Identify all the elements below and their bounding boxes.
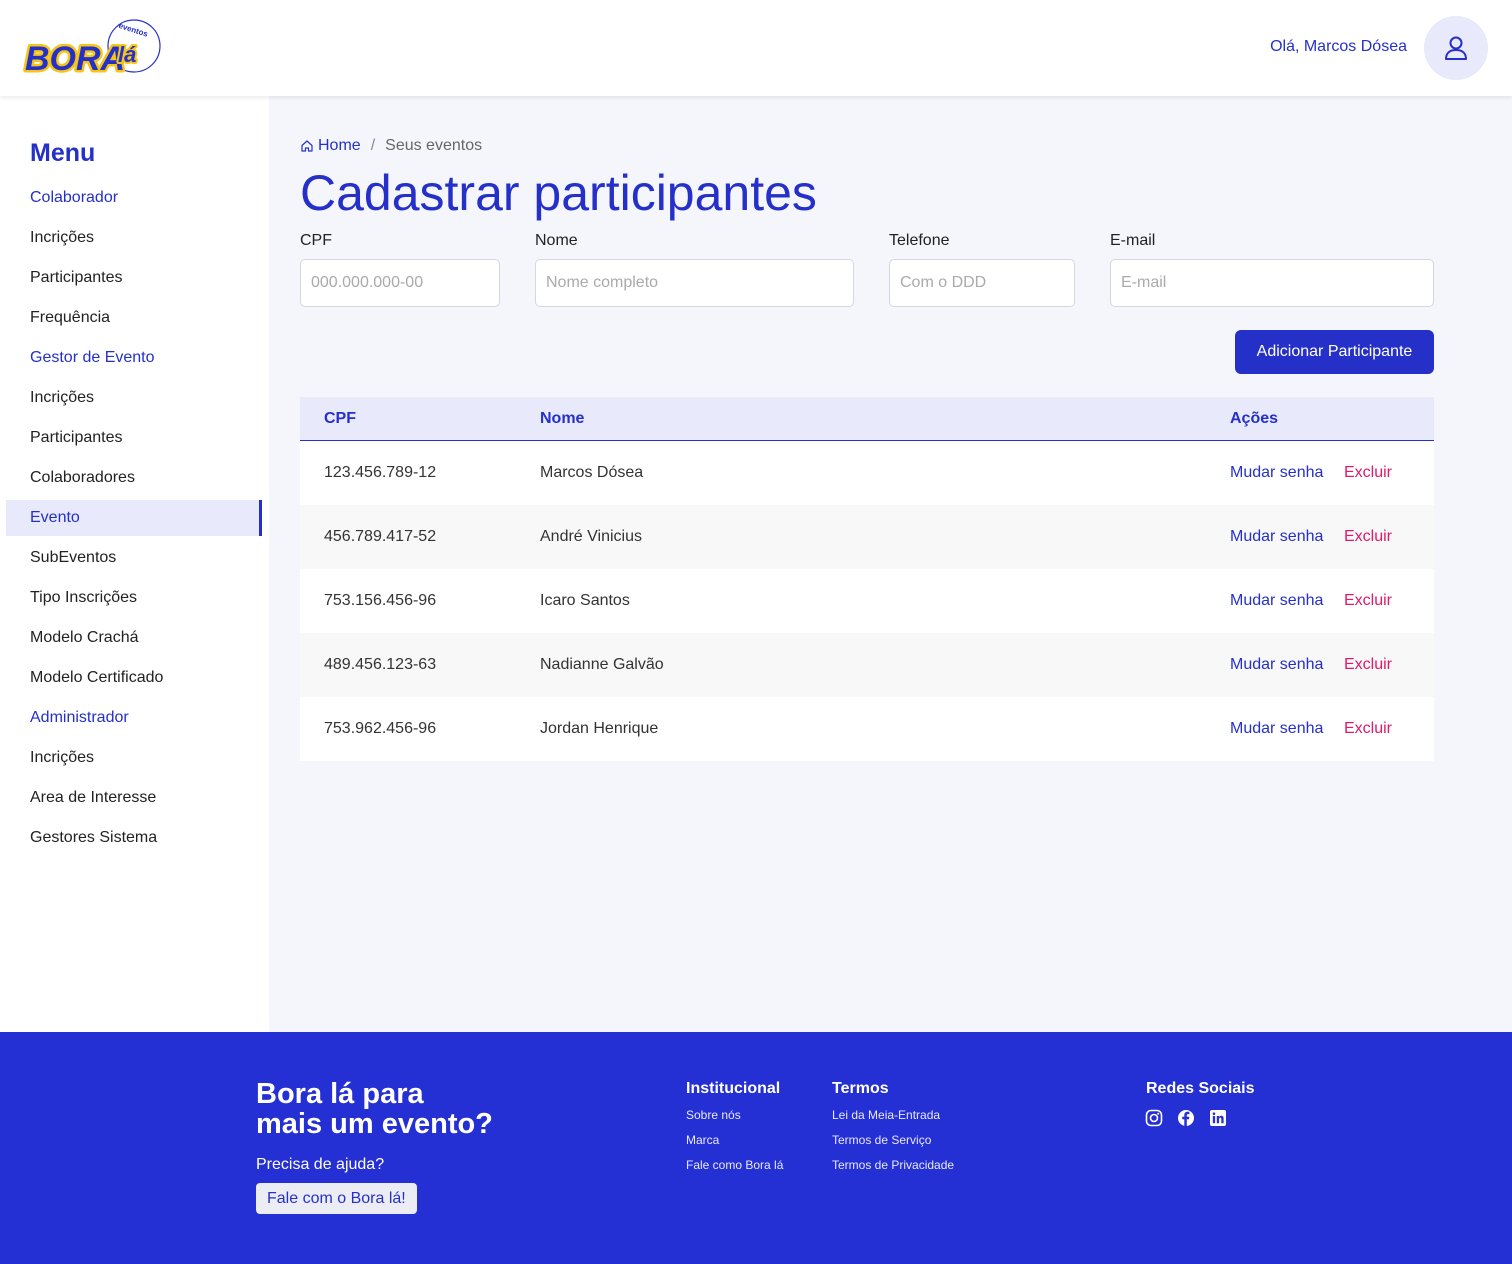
page-title: Cadastrar participantes: [300, 165, 817, 221]
delete-link[interactable]: Excluir: [1344, 528, 1392, 546]
footer-help-text: Precisa de ajuda?: [256, 1156, 385, 1173]
breadcrumb: Home / Seus eventos: [300, 137, 482, 155]
sidebar-section-colaborador[interactable]: Colaborador: [6, 180, 262, 216]
footer-link-meia-entrada[interactable]: Lei da Meia-Entrada: [832, 1108, 940, 1122]
column-header-acoes: Ações: [1230, 410, 1279, 427]
change-password-link[interactable]: Mudar senha: [1230, 720, 1323, 738]
site-footer: Bora lá para mais um evento? Precisa de …: [0, 1032, 1512, 1264]
sidebar-item-modelo-cracha[interactable]: Modelo Crachá: [6, 620, 262, 656]
sidebar-section-administrador[interactable]: Administrador: [6, 700, 262, 736]
breadcrumb-home-link[interactable]: Home: [300, 137, 361, 155]
table-row: 753.156.456-96 Icaro Santos Mudar senha …: [300, 569, 1434, 633]
top-header: eventos BORA BORA lá lá Olá, Marcos Dóse…: [0, 0, 1512, 96]
row-nome: Icaro Santos: [540, 592, 630, 609]
menu-title: Menu: [30, 139, 96, 167]
table-header: CPF Nome Ações: [300, 397, 1434, 441]
row-cpf: 123.456.789-12: [324, 464, 437, 481]
participants-table: CPF Nome Ações 123.456.789-12 Marcos Dós…: [300, 397, 1434, 761]
svg-text:lá: lá: [118, 42, 136, 67]
instagram-icon[interactable]: [1145, 1109, 1163, 1127]
sidebar-item-modelo-certificado[interactable]: Modelo Certificado: [6, 660, 262, 696]
delete-link[interactable]: Excluir: [1344, 656, 1392, 674]
sidebar-item-area-interesse[interactable]: Area de Interesse: [6, 780, 262, 816]
footer-link-termos-privacidade[interactable]: Termos de Privacidade: [832, 1158, 954, 1172]
row-nome: André Vinicius: [540, 528, 642, 545]
sidebar-section-gestor-evento[interactable]: Gestor de Evento: [6, 340, 262, 376]
change-password-link[interactable]: Mudar senha: [1230, 528, 1323, 546]
svg-text:BORA: BORA: [25, 40, 125, 78]
table-row: 489.456.123-63 Nadianne Galvão Mudar sen…: [300, 633, 1434, 697]
table-row: 753.962.456-96 Jordan Henrique Mudar sen…: [300, 697, 1434, 761]
termos-title: Termos: [832, 1080, 889, 1097]
change-password-link[interactable]: Mudar senha: [1230, 656, 1323, 674]
footer-link-marca[interactable]: Marca: [686, 1133, 719, 1147]
email-label: E-mail: [1110, 232, 1156, 249]
breadcrumb-separator: /: [370, 137, 376, 154]
sidebar-item-admin-incricoes[interactable]: Incrições: [6, 740, 262, 776]
column-header-cpf[interactable]: CPF: [324, 410, 356, 428]
institucional-title: Institucional: [686, 1080, 781, 1097]
table-row: 123.456.789-12 Marcos Dósea Mudar senha …: [300, 441, 1434, 505]
nome-label: Nome: [535, 232, 578, 249]
delete-link[interactable]: Excluir: [1344, 464, 1392, 482]
sidebar-item-evento[interactable]: Evento: [6, 500, 262, 536]
user-greeting: Olá, Marcos Dósea: [1270, 38, 1407, 55]
footer-link-sobre[interactable]: Sobre nós: [686, 1108, 741, 1122]
facebook-icon[interactable]: [1177, 1109, 1195, 1127]
nome-input[interactable]: [535, 259, 854, 307]
footer-tagline-line2: mais um evento?: [256, 1108, 493, 1140]
row-nome: Jordan Henrique: [540, 720, 659, 737]
user-icon: [1445, 36, 1467, 60]
row-cpf: 489.456.123-63: [324, 656, 437, 673]
footer-tagline: Bora lá para mais um evento?: [256, 1079, 576, 1139]
delete-link[interactable]: Excluir: [1344, 720, 1392, 738]
sidebar-item-gestor-incricoes[interactable]: Incrições: [6, 380, 262, 416]
table-row: 456.789.417-52 André Vinicius Mudar senh…: [300, 505, 1434, 569]
sidebar-item-tipo-inscricoes[interactable]: Tipo Inscrições: [6, 580, 262, 616]
cpf-label: CPF: [300, 232, 332, 249]
sidebar-item-colaboradores[interactable]: Colaboradores: [6, 460, 262, 496]
delete-link[interactable]: Excluir: [1344, 592, 1392, 610]
column-header-nome[interactable]: Nome: [540, 410, 584, 428]
add-participant-button[interactable]: Adicionar Participante: [1235, 330, 1434, 374]
svg-text:eventos: eventos: [117, 21, 149, 39]
footer-tagline-line1: Bora lá para: [256, 1078, 424, 1110]
telefone-input[interactable]: [889, 259, 1075, 307]
sidebar-item-subeventos[interactable]: SubEventos: [6, 540, 262, 576]
redes-sociais-title: Redes Sociais: [1146, 1080, 1255, 1097]
bora-la-logo[interactable]: eventos BORA BORA lá lá: [22, 18, 164, 81]
sidebar-menu: Menu Colaborador Incrições Participantes…: [0, 96, 269, 1032]
home-icon: [301, 140, 313, 152]
contact-button[interactable]: Fale com o Bora lá!: [256, 1183, 417, 1214]
user-avatar-button[interactable]: [1424, 16, 1488, 80]
row-nome: Marcos Dósea: [540, 464, 644, 481]
linkedin-icon[interactable]: [1209, 1109, 1227, 1127]
sidebar-item-colaborador-participantes[interactable]: Participantes: [6, 260, 262, 296]
footer-link-termos-servico[interactable]: Termos de Serviço: [832, 1133, 931, 1147]
sidebar-item-frequencia[interactable]: Frequência: [6, 300, 262, 336]
footer-link-fale[interactable]: Fale como Bora lá: [686, 1158, 783, 1172]
email-input[interactable]: [1110, 259, 1434, 307]
change-password-link[interactable]: Mudar senha: [1230, 592, 1323, 610]
breadcrumb-home-label: Home: [318, 137, 361, 154]
change-password-link[interactable]: Mudar senha: [1230, 464, 1323, 482]
row-nome: Nadianne Galvão: [540, 656, 664, 673]
row-cpf: 753.962.456-96: [324, 720, 437, 737]
telefone-label: Telefone: [889, 232, 950, 249]
breadcrumb-current: Seus eventos: [385, 137, 483, 154]
row-cpf: 753.156.456-96: [324, 592, 437, 609]
cpf-input[interactable]: [300, 259, 500, 307]
sidebar-item-gestor-participantes[interactable]: Participantes: [6, 420, 262, 456]
row-cpf: 456.789.417-52: [324, 528, 437, 545]
sidebar-item-colaborador-incricoes[interactable]: Incrições: [6, 220, 262, 256]
sidebar-item-gestores-sistema[interactable]: Gestores Sistema: [6, 820, 262, 856]
